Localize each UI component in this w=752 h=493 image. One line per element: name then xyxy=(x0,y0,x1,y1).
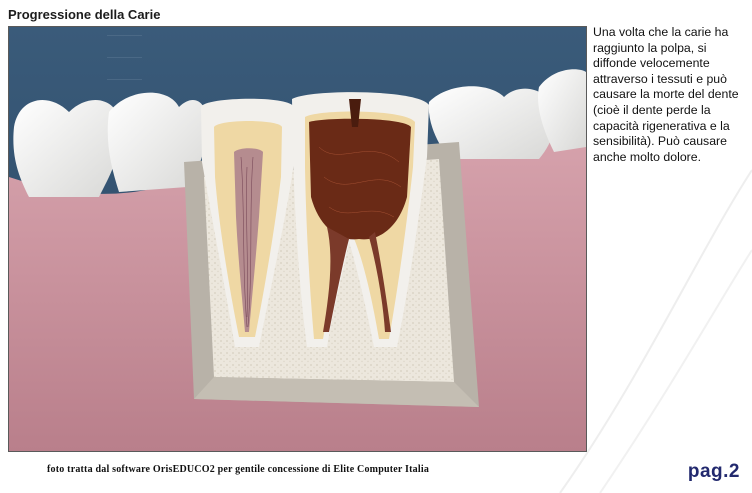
tooth-decay-illustration: ————— ————— ————— xyxy=(8,26,587,452)
tooth-cross-section-image: ————— ————— ————— xyxy=(9,27,586,451)
svg-text:—————: ————— xyxy=(107,76,142,83)
svg-text:—————: ————— xyxy=(107,54,142,61)
description-paragraph: Una volta che la carie ha raggiunto la p… xyxy=(593,25,739,164)
page-number: pag.2 xyxy=(687,461,740,482)
page-title: Progressione della Carie xyxy=(8,7,161,22)
image-credit: foto tratta dal software OrisEDUCO2 per … xyxy=(47,464,430,475)
svg-text:—————: ————— xyxy=(107,32,142,39)
